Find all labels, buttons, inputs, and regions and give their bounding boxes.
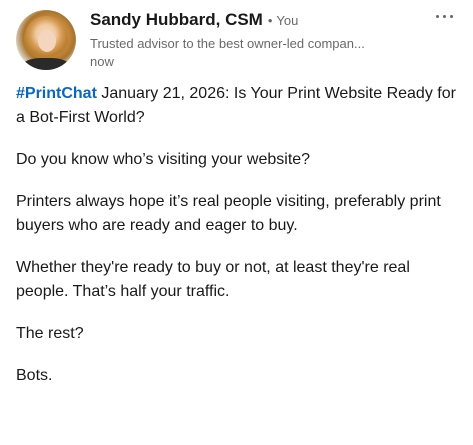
hashtag-link[interactable]: #PrintChat bbox=[16, 85, 97, 102]
post-paragraph: Printers always hope it’s real people vi… bbox=[16, 193, 441, 234]
more-options-button[interactable] bbox=[428, 4, 460, 28]
post-paragraph: #PrintChat January 21, 2026: Is Your Pri… bbox=[16, 82, 461, 130]
post-paragraph: Do you know who’s visiting your website? bbox=[16, 151, 311, 168]
avatar[interactable] bbox=[16, 10, 76, 70]
post-paragraph: Whether they're ready to buy or not, at … bbox=[16, 259, 410, 300]
avatar-face bbox=[38, 30, 56, 52]
more-horizontal-icon bbox=[435, 14, 453, 18]
post-body: #PrintChat January 21, 2026: Is Your Pri… bbox=[16, 82, 461, 406]
post-timestamp: now bbox=[90, 54, 114, 69]
post-paragraph: The rest? bbox=[16, 325, 84, 342]
post-paragraph: Bots. bbox=[16, 367, 53, 384]
separator-bullet: • bbox=[267, 13, 273, 28]
connection-degree: You bbox=[276, 13, 299, 28]
author-name[interactable]: Sandy Hubbard, CSM bbox=[90, 10, 263, 30]
author-headline[interactable]: Trusted advisor to the best owner-led co… bbox=[90, 36, 420, 51]
feed-post: Sandy Hubbard, CSM • You Trusted advisor… bbox=[0, 0, 473, 445]
author-name-row: Sandy Hubbard, CSM • You bbox=[90, 10, 298, 32]
dot bbox=[442, 14, 446, 18]
avatar-shirt bbox=[22, 58, 70, 70]
dot bbox=[435, 14, 439, 18]
dot bbox=[449, 14, 453, 18]
